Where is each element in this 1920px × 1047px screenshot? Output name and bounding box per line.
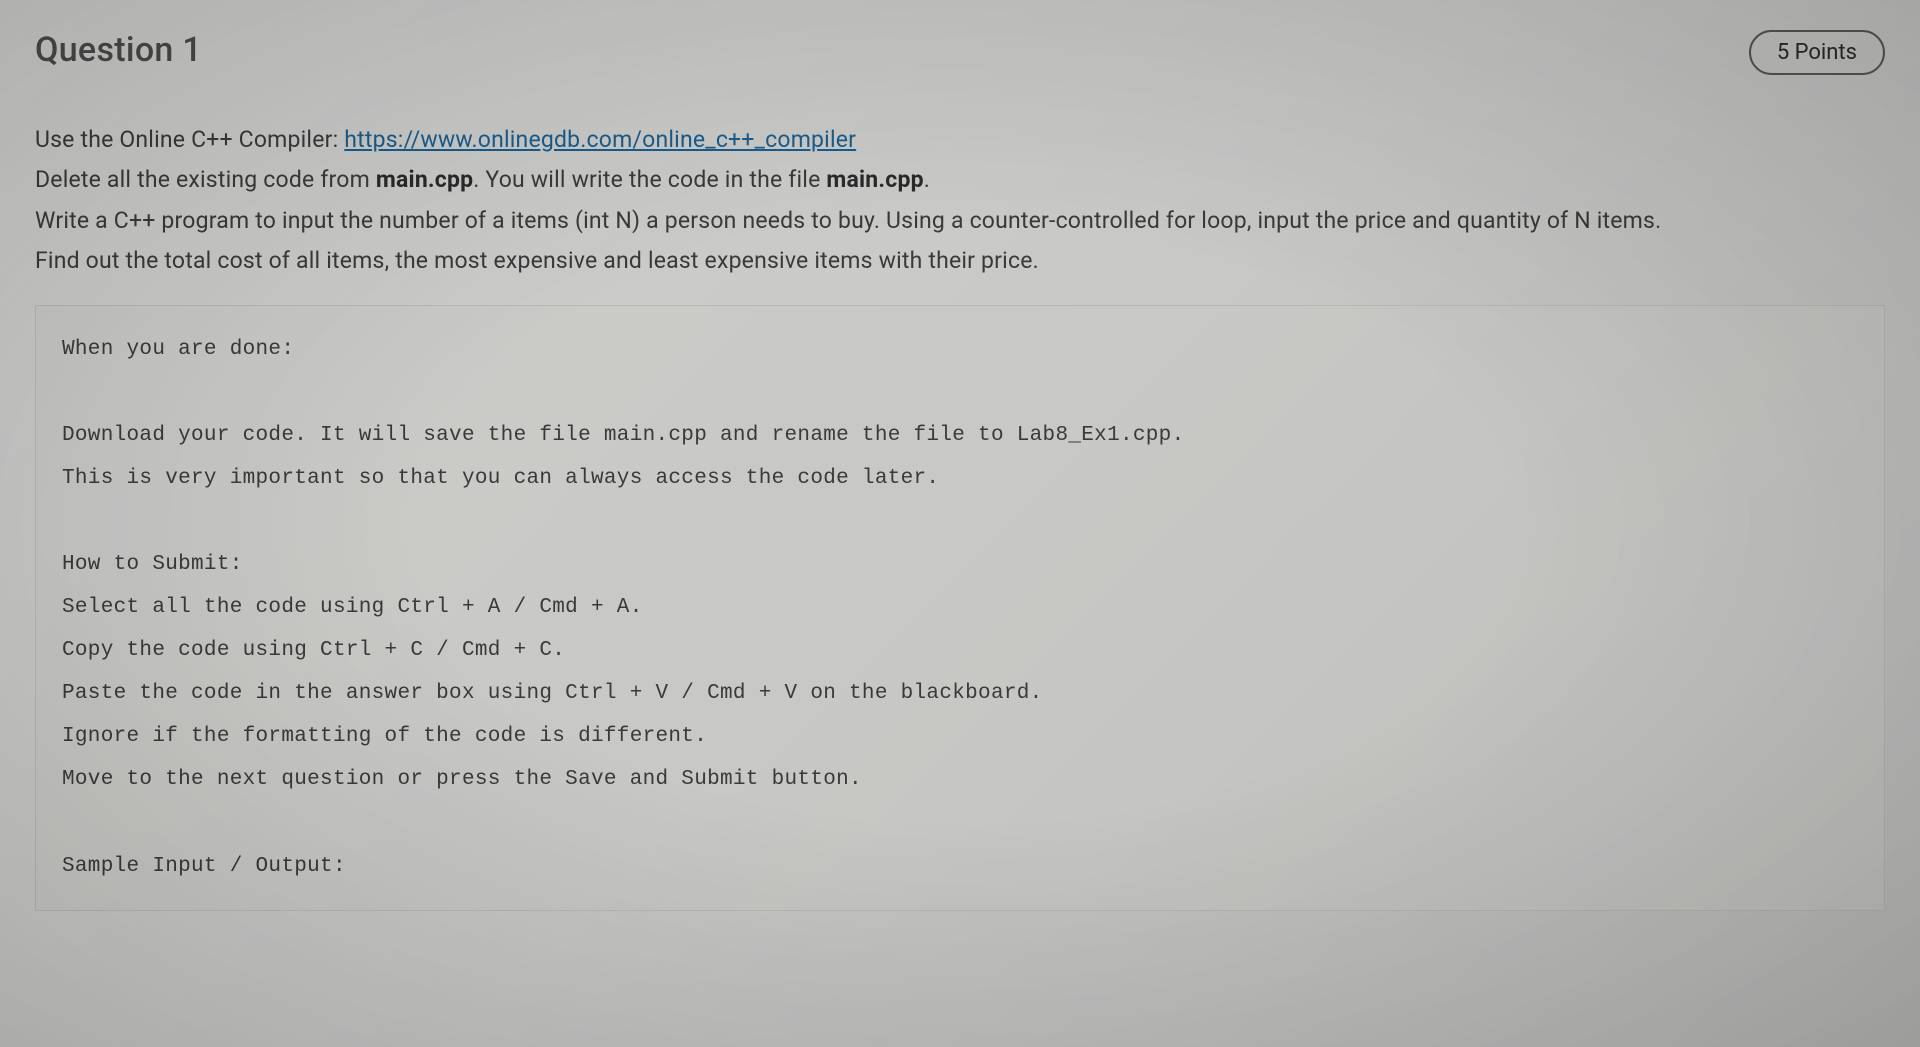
instructions-code-block: When you are done: Download your code. I… bbox=[35, 305, 1885, 911]
question-header: Question 1 5 Points bbox=[35, 30, 1885, 75]
question-body: Use the Online C++ Compiler: https://www… bbox=[35, 120, 1885, 281]
question-title: Question 1 bbox=[35, 30, 202, 70]
question-container: Question 1 5 Points Use the Online C++ C… bbox=[0, 0, 1920, 911]
body-line3: Write a C++ program to input the number … bbox=[35, 207, 1661, 234]
body-line2-suffix: . bbox=[924, 166, 930, 193]
points-badge: 5 Points bbox=[1749, 30, 1885, 75]
body-line2-mid: . You will write the code in the file bbox=[473, 166, 826, 193]
body-line2-bold2: main.cpp bbox=[826, 166, 923, 193]
compiler-link[interactable]: https://www.onlinegdb.com/online_c++_com… bbox=[344, 126, 856, 153]
body-line2-bold1: main.cpp bbox=[376, 166, 473, 193]
body-line4: Find out the total cost of all items, th… bbox=[35, 247, 1039, 274]
body-line2-prefix: Delete all the existing code from bbox=[35, 166, 376, 193]
body-line1-prefix: Use the Online C++ Compiler: bbox=[35, 126, 344, 153]
